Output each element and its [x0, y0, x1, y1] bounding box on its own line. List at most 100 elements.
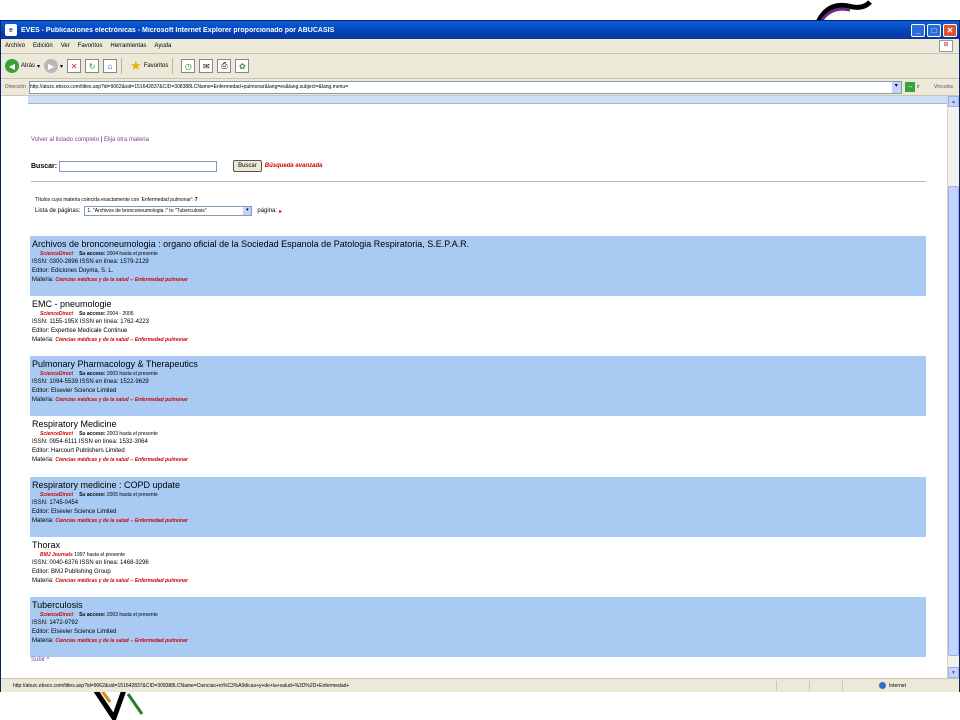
- journal-title[interactable]: Thorax: [32, 539, 926, 551]
- advanced-search-link[interactable]: Búsqueda avanzada: [265, 163, 323, 169]
- forward-button[interactable]: ▶ ▾: [44, 59, 63, 73]
- close-button[interactable]: ✕: [943, 23, 957, 37]
- provider-link[interactable]: ScienceDirect: [40, 492, 73, 498]
- journal-title[interactable]: EMC - pneumologie: [32, 298, 926, 310]
- chevron-down-icon: ▾: [243, 207, 252, 215]
- history-button[interactable]: ◷: [181, 59, 196, 73]
- other-subject-link[interactable]: Elija otra materia: [104, 137, 149, 143]
- back-to-top-link[interactable]: Subir ^: [31, 657, 50, 663]
- list-item: Respiratory Medicine ScienceDirect Su acc…: [30, 416, 926, 476]
- provider-link[interactable]: BMJ Journals: [40, 552, 73, 558]
- forward-arrow-icon: ▶: [44, 59, 59, 73]
- search-input[interactable]: [59, 160, 218, 172]
- status-pane: [809, 680, 842, 691]
- issn-line: ISSN: 1745-0454: [32, 500, 79, 506]
- subject-link[interactable]: Ciencias médicas y de la salud -- Enferm…: [55, 518, 188, 524]
- subject-line: Materia: Ciencias médicas y de la salud …: [32, 637, 926, 646]
- next-page-icon[interactable]: ▸: [279, 208, 282, 215]
- access-label: Su acceso:: [79, 431, 106, 437]
- back-to-list-link[interactable]: Volver al listado completo: [31, 137, 99, 143]
- mail-button[interactable]: ✉: [199, 59, 214, 73]
- journal-title[interactable]: Archivos de bronconeumologia : organo of…: [32, 238, 926, 250]
- provider-link[interactable]: ScienceDirect: [40, 371, 73, 377]
- subject-link[interactable]: Ciencias médicas y de la salud -- Enferm…: [55, 397, 188, 403]
- address-input[interactable]: http://atozc.ebsco.com/titles.asp?id=906…: [28, 80, 902, 94]
- access-line: ScienceDirect Su acceso: 2003 hasta el pr…: [40, 430, 926, 438]
- subject-link[interactable]: Ciencias médicas y de la salud -- Enferm…: [55, 578, 188, 584]
- scroll-thumb[interactable]: [948, 186, 959, 656]
- subject-line: Materia: Ciencias médicas y de la salud …: [32, 456, 926, 465]
- chevron-down-icon[interactable]: ▾: [891, 81, 901, 93]
- access-line: ScienceDirect Su acceso: 2003 hasta el pr…: [40, 611, 926, 619]
- menu-ayuda[interactable]: Ayuda: [150, 43, 175, 49]
- menu-edicion[interactable]: Edición: [29, 43, 57, 49]
- access-label: Su acceso:: [79, 371, 106, 377]
- print-button[interactable]: ⎙: [217, 59, 232, 73]
- access-label: Su acceso:: [79, 492, 106, 498]
- subject-link[interactable]: Ciencias médicas y de la salud -- Enferm…: [55, 638, 188, 644]
- provider-link[interactable]: ScienceDirect: [40, 612, 73, 618]
- editor-line: Editor: Elsevier Science Limited: [32, 388, 117, 394]
- back-arrow-icon: ◀: [5, 59, 19, 73]
- search-button[interactable]: Buscar: [233, 160, 262, 172]
- provider-link[interactable]: ScienceDirect: [40, 431, 73, 437]
- journal-title[interactable]: Respiratory medicine : COPD update: [32, 479, 926, 491]
- access-line: ScienceDirect Su acceso: 2005 hasta el pr…: [40, 491, 926, 499]
- stop-button[interactable]: ✕: [67, 59, 82, 73]
- subject-link[interactable]: Ciencias médicas y de la salud -- Enferm…: [55, 337, 188, 343]
- subject-label: Materia:: [32, 578, 54, 584]
- minimize-button[interactable]: _: [911, 23, 925, 37]
- subject-label: Materia:: [32, 457, 54, 463]
- refresh-button[interactable]: ↻: [85, 59, 100, 73]
- pages-select[interactable]: 1. "Archivos de bronconeumologia :" to "…: [84, 206, 253, 216]
- header-strip: [28, 96, 947, 104]
- back-button[interactable]: ◀ Atrás ▾: [5, 59, 40, 73]
- refresh-icon: ↻: [85, 59, 100, 73]
- links-label[interactable]: Vínculos: [934, 84, 953, 90]
- menu-favoritos[interactable]: Favoritos: [74, 43, 107, 49]
- go-arrow-icon[interactable]: →: [904, 82, 915, 92]
- journal-title[interactable]: Tuberculosis: [32, 599, 926, 611]
- editor-line: Editor: Ediciones Doyma, S. L.: [32, 268, 114, 274]
- status-bar: http://atozc.ebsco.com/titles.asp?id=906…: [1, 678, 959, 692]
- access-label: Su acceso:: [79, 311, 106, 317]
- status-pane: [842, 680, 875, 691]
- subject-line: Materia: Ciencias médicas y de la salud …: [32, 577, 926, 586]
- list-item: Archivos de bronconeumologia : organo of…: [30, 236, 926, 296]
- toolbar-separator: [172, 58, 174, 74]
- journal-title[interactable]: Pulmonary Pharmacology & Therapeutics: [32, 358, 926, 370]
- window-title: EVES - Publicaciones electrónicas - Micr…: [21, 26, 335, 34]
- maximize-button[interactable]: □: [927, 23, 941, 37]
- scroll-up-icon[interactable]: ▲: [948, 96, 959, 107]
- access-value: 2003 hasta el presente: [106, 612, 158, 618]
- home-button[interactable]: ⌂: [103, 59, 118, 73]
- windows-flag-icon: ⊞: [939, 40, 953, 52]
- go-button[interactable]: Ir: [917, 84, 920, 90]
- address-url: http://atozc.ebsco.com/titles.asp?id=906…: [29, 84, 349, 90]
- provider-link[interactable]: ScienceDirect: [40, 251, 73, 257]
- menu-herramientas[interactable]: Herramientas: [106, 43, 150, 49]
- results-summary: Títulos cuya materia coincida exactament…: [35, 197, 198, 203]
- scroll-down-icon[interactable]: ▼: [948, 667, 959, 678]
- status-url: http://atozc.ebsco.com/titles.asp?id=906…: [13, 682, 350, 689]
- menu-archivo[interactable]: Archivo: [1, 43, 29, 49]
- page-content: Volver al listado completo | Elija otra …: [1, 96, 947, 678]
- list-item: Pulmonary Pharmacology & Therapeutics Sc…: [30, 356, 926, 416]
- subject-link[interactable]: Ciencias médicas y de la salud -- Enferm…: [55, 457, 188, 463]
- pages-label: Lista de páginas:: [35, 208, 81, 214]
- messenger-button[interactable]: ✿: [235, 59, 250, 73]
- provider-link[interactable]: ScienceDirect: [40, 311, 73, 317]
- access-value: 2003 hasta el presente: [106, 431, 158, 437]
- subject-link[interactable]: Ciencias médicas y de la salud -- Enferm…: [55, 277, 188, 283]
- journal-title[interactable]: Respiratory Medicine: [32, 418, 926, 430]
- editor-line: Editor: Harcourt Publishers Limited: [32, 448, 125, 454]
- ie-logo-icon: e: [5, 24, 17, 36]
- vertical-scrollbar[interactable]: ▲ ▼: [947, 96, 959, 678]
- page-label: página:: [257, 208, 278, 214]
- issn-line: ISSN: 1094-5539 ISSN en línea: 1522-9629: [32, 379, 149, 385]
- favorites-button[interactable]: ★ Favoritos: [130, 58, 168, 74]
- status-pane: [776, 680, 809, 691]
- menu-ver[interactable]: Ver: [57, 43, 74, 49]
- subject-line: Materia: Ciencias médicas y de la salud …: [32, 517, 926, 526]
- history-icon: ◷: [181, 59, 196, 73]
